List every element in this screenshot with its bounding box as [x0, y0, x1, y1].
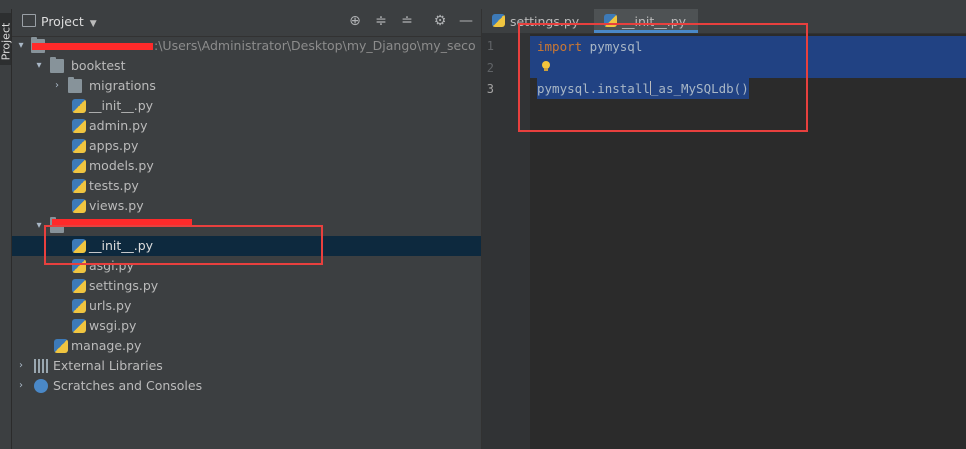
scratches-icon [34, 379, 48, 393]
tree-row-tests[interactable]: tests.py [12, 176, 481, 196]
project-tool-tab[interactable]: Project [0, 13, 13, 65]
python-file-icon [72, 199, 86, 213]
package-folder-icon [50, 57, 64, 73]
python-file-icon [72, 159, 86, 173]
python-file-icon [54, 339, 68, 353]
line-number: 2 [486, 61, 494, 75]
line-number: 1 [486, 39, 494, 53]
tree-row-wsgi[interactable]: wsgi.py [12, 316, 481, 336]
expand-all-icon[interactable]: ≑ [372, 12, 390, 30]
python-file-icon [72, 99, 86, 113]
tree-row-external-libraries[interactable]: › External Libraries [12, 356, 481, 376]
tree-label: views.py [89, 198, 144, 213]
hide-icon[interactable]: — [457, 12, 475, 30]
project-tool-tab-label: Project [0, 22, 13, 61]
python-file-icon [72, 139, 86, 153]
tree-label: apps.py [89, 138, 139, 153]
project-view-selector[interactable]: Project ▼ [22, 14, 97, 29]
tree-row-booktest[interactable]: ▾ booktest [12, 56, 481, 76]
folder-view-icon [22, 14, 36, 27]
chevron-down-icon[interactable]: ▾ [34, 56, 44, 76]
python-file-icon [72, 119, 86, 133]
chevron-down-icon[interactable]: ▾ [16, 36, 26, 56]
python-file-icon [72, 319, 86, 333]
tree-label: __init__.py [89, 98, 154, 113]
tree-row-root[interactable]: ▾ :\Users\Administrator\Desktop\my_Djang… [12, 36, 481, 56]
tree-row-urls[interactable]: urls.py [12, 296, 481, 316]
tree-label: settings.py [89, 278, 159, 293]
tree-label: tests.py [89, 178, 139, 193]
tree-row-apps[interactable]: apps.py [12, 136, 481, 156]
tree-label: urls.py [89, 298, 132, 313]
chevron-down-icon: ▼ [89, 19, 97, 29]
tree-row-views[interactable]: views.py [12, 196, 481, 216]
tool-window-strip: Project [0, 9, 12, 449]
root-path: :\Users\Administrator\Desktop\my_Django\… [154, 38, 476, 53]
python-file-icon [72, 299, 86, 313]
tree-label: admin.py [89, 118, 148, 133]
tree-row-scratches[interactable]: › Scratches and Consoles [12, 376, 481, 396]
tree-row-settings[interactable]: settings.py [12, 276, 481, 296]
project-view-title: Project [41, 14, 84, 29]
project-toolbar: Project ▼ ⊕ ≑ ≐ ⚙ — [12, 9, 481, 37]
tree-row-init[interactable]: __init__.py [12, 96, 481, 116]
locate-icon[interactable]: ⊕ [346, 12, 364, 30]
annotation-box-editor [518, 23, 808, 132]
tree-row-admin[interactable]: admin.py [12, 116, 481, 136]
tree-label: migrations [89, 78, 156, 93]
chevron-right-icon[interactable]: › [16, 376, 26, 396]
tree-label: manage.py [71, 338, 142, 353]
tree-row-manage[interactable]: manage.py [12, 336, 481, 356]
tree-row-models[interactable]: models.py [12, 156, 481, 176]
settings-icon[interactable]: ⚙ [431, 12, 449, 30]
tree-label: booktest [71, 58, 126, 73]
tree-label: wsgi.py [89, 318, 137, 333]
tree-row-migrations[interactable]: › migrations [12, 76, 481, 96]
annotation-box-tree [44, 225, 323, 265]
redacted-project-name [32, 43, 153, 50]
folder-icon [68, 77, 82, 93]
python-file-icon [72, 279, 86, 293]
python-file-icon [72, 179, 86, 193]
chevron-right-icon[interactable]: › [52, 76, 62, 96]
collapse-all-icon[interactable]: ≐ [398, 12, 416, 30]
python-file-icon [492, 14, 505, 27]
tree-label: Scratches and Consoles [53, 378, 203, 393]
tree-label: models.py [89, 158, 154, 173]
line-number: 3 [486, 82, 494, 96]
library-icon [34, 359, 48, 373]
tree-label: External Libraries [53, 358, 163, 373]
chevron-right-icon[interactable]: › [16, 356, 26, 376]
chevron-down-icon[interactable]: ▾ [34, 216, 44, 236]
